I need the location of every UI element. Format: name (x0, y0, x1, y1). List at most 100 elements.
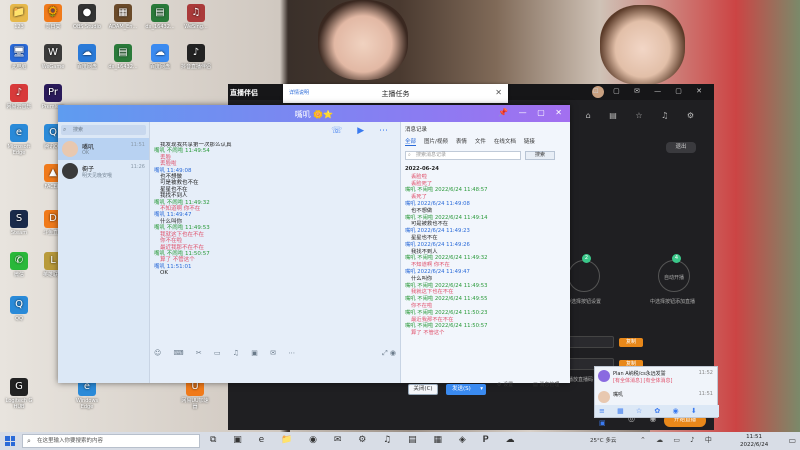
system-tray-icons[interactable]: ⌃ ☁ ▭ ♪ 中 (640, 435, 716, 445)
avatar[interactable] (598, 391, 610, 403)
record-message-header: 嘴叽 不闹啦 2022/6/24 11:50:23 (405, 309, 488, 316)
record-manage-label: 消息管理 (539, 382, 560, 388)
app-icon: ✆ (10, 252, 28, 270)
windows-taskbar: ⌕ 在这里输入你要搜索的内容 ⧉ ▣ e 📁 ◉ ✉ ⚙ ♫ ▤ ▦ ◈ 𝐏 ☁… (0, 432, 800, 450)
record-settings-link[interactable]: ⚙ 设置 (497, 381, 513, 388)
expand-icon[interactable]: ⤢ ◉ (382, 349, 396, 358)
record-tab[interactable]: 全部 (405, 137, 417, 146)
live-stream-url-field[interactable]: 复制 (568, 336, 643, 348)
app-icon: e (10, 124, 28, 142)
desktop-icon-label: 此电脑 (11, 64, 27, 70)
record-tab[interactable]: 链接 (524, 137, 535, 146)
desktop-icon[interactable]: e Microsoft Edge (4, 124, 34, 156)
send-button[interactable]: 发送(S) ▾ (446, 384, 486, 395)
desktop-icon[interactable]: W WeGame (38, 44, 68, 70)
contact-time: 11:26 (130, 164, 145, 170)
mini-chat-toolbar-icons[interactable]: ≡ ▦ ☆ ✿ ◉ ⬇ ▣ (595, 405, 719, 427)
record-search-input[interactable]: ⌕ 搜索消息记录 (405, 151, 521, 160)
contact-search-input[interactable]: ⌕ 搜索 (61, 125, 146, 135)
contact-item[interactable]: 嘴叽 OK 11:51 (58, 138, 149, 160)
desktop-icon[interactable]: 📁 123 (4, 4, 34, 30)
mini-chat-time: 11:51 (698, 391, 713, 397)
message-input[interactable] (154, 360, 394, 380)
app-icon: ♫ (187, 4, 205, 22)
desktop-icon[interactable]: ♪ 抖音直播伴侣 (181, 44, 211, 70)
call-video-more-icons[interactable]: ☏ ▶ ⋯ (331, 126, 394, 136)
live-exit-button[interactable]: 退出 (666, 142, 696, 153)
record-message-text: 星星也不在 (411, 234, 438, 241)
record-tab[interactable]: 文件 (475, 137, 486, 146)
record-message-text: 也不想做 (411, 207, 433, 214)
desktop-icon-label: Steam (10, 230, 28, 236)
live-copy-url-button[interactable]: 复制 (619, 338, 643, 347)
desktop-icon[interactable]: ♫ WeSing... (181, 4, 211, 30)
desktop-icon[interactable]: Q QQ (4, 296, 34, 322)
app-icon: W (44, 44, 62, 62)
search-icon: ⌕ (27, 437, 31, 445)
taskbar-app-icons[interactable]: ⧉ ▣ e 📁 ◉ ✉ ⚙ ♫ ▤ ▦ ◈ 𝐏 ☁ (210, 435, 522, 445)
close-icon[interactable]: ✕ (495, 88, 502, 97)
desktop-icon[interactable]: ▤ dx_16432... (145, 4, 175, 30)
desktop-icon[interactable]: ▤ dx_16432... (108, 44, 138, 70)
desktop-icon[interactable]: ✆ 微信 (4, 252, 34, 278)
mini-chat-name[interactable]: 嘴叽 (613, 391, 623, 398)
task-help-link[interactable]: 详情说明 (289, 89, 309, 96)
record-message-text: 丢死了 (411, 194, 427, 201)
desktop-icon-label: 123 (14, 24, 24, 30)
live-stream-key-caption: 播放直播码 (568, 377, 594, 383)
contact-time: 11:51 (130, 142, 145, 148)
record-message-text: 你不在啦 (411, 302, 433, 309)
app-icon: Pr (44, 84, 62, 102)
mini-chat-name[interactable]: Plan A纳税/cs永远发誓 (613, 370, 666, 377)
live-auto-start-caption: 中选择按钮添加直播 (650, 299, 696, 305)
contact-search-placeholder: 搜索 (73, 127, 84, 133)
desktop-icon[interactable]: ☁ 百度网盘 (145, 44, 175, 70)
desktop-icon[interactable]: ● OBS Studio (72, 4, 102, 30)
desktop-icon[interactable]: ▦ ADAM_En... (108, 4, 138, 30)
desktop-icon[interactable]: ♪ 网易云音乐 (4, 84, 34, 110)
live-app-logo: 直播伴侣 (230, 89, 258, 97)
record-tab[interactable]: 表情 (456, 137, 467, 146)
app-icon: ▦ (114, 4, 132, 22)
record-search-button[interactable]: 搜索 (525, 151, 555, 160)
mini-chat-list: Plan A纳税/cs永远发誓 [有全体消息] [有全体消息] 11:52 嘴叽 11:… (594, 366, 719, 427)
input-toolbar-icons[interactable]: ☺ ⌨ ✂ ▭ ♫ ▣ ✉ ⋯ (154, 349, 394, 359)
app-icon: ▤ (114, 44, 132, 62)
desktop-icon[interactable]: 🖥 此电脑 (4, 44, 34, 70)
mini-chat-sub: [有全体消息] [有全体消息] (613, 378, 673, 384)
chevron-down-icon[interactable]: ▾ (480, 384, 483, 395)
live-setting-circle[interactable] (568, 260, 600, 292)
streamer-task-window: 主播任务 详情说明 ✕ (283, 84, 508, 103)
mini-chat-time: 11:52 (698, 370, 713, 376)
chat-titlebar: 嘴叽 🌼⭐ 📌 — ▢ ✕ (58, 105, 570, 122)
record-message-text: 丢脸啦 (411, 173, 427, 180)
avatar[interactable] (598, 370, 610, 382)
record-message-text: 什么叫你 (411, 275, 433, 282)
taskbar-search-input[interactable]: ⌕ 在这里输入你要搜索的内容 (22, 434, 200, 448)
desktop-icon-label: QQ (15, 316, 23, 322)
taskbar-search-placeholder: 在这里输入你要搜索的内容 (37, 438, 104, 444)
record-tab[interactable]: 在线文档 (494, 137, 516, 146)
live-toolbar-icons[interactable]: ⌂ ▤ ☆ ♫ ⚙ (586, 111, 702, 120)
taskbar-clock[interactable]: 11:51 2022/6/24 (740, 433, 768, 449)
record-message-header: 嘴叽 不闹啦 2022/6/24 11:48:57 (405, 187, 488, 194)
live-window-controls[interactable]: ⊡ ▢ ✉ — ▢ ✕ (593, 87, 708, 95)
desktop-icon-label: Logitech G HUB (5, 398, 33, 410)
record-manage-link[interactable]: ▤ 消息管理 (533, 381, 559, 388)
send-button-label: 发送(S) (452, 386, 471, 392)
app-icon: ☁ (78, 44, 96, 62)
close-button[interactable]: 关闭(C) (408, 384, 438, 395)
desktop-icon[interactable]: S Steam (4, 210, 34, 236)
notification-icon[interactable]: ▭ (788, 436, 796, 445)
record-tab[interactable]: 图片/视频 (424, 137, 448, 146)
desktop-icon[interactable]: 🌻 向日葵 (38, 4, 68, 30)
desktop-icon-label: Microsoft Edge (7, 144, 31, 156)
desktop-icon[interactable]: ☁ 百度网盘 (72, 44, 102, 70)
contact-item[interactable]: 橱子 明天见晚安哦 11:26 (58, 160, 149, 182)
taskbar-weather[interactable]: 25°C 多云 (590, 436, 616, 444)
windows-start-icon[interactable] (5, 436, 15, 446)
desktop-icon[interactable]: G Logitech G HUB (4, 378, 34, 410)
chat-window-controls[interactable]: 📌 — ▢ ✕ (498, 108, 566, 117)
record-message-text: 不知道啊 你不在 (411, 262, 450, 269)
app-icon: ♪ (10, 84, 28, 102)
